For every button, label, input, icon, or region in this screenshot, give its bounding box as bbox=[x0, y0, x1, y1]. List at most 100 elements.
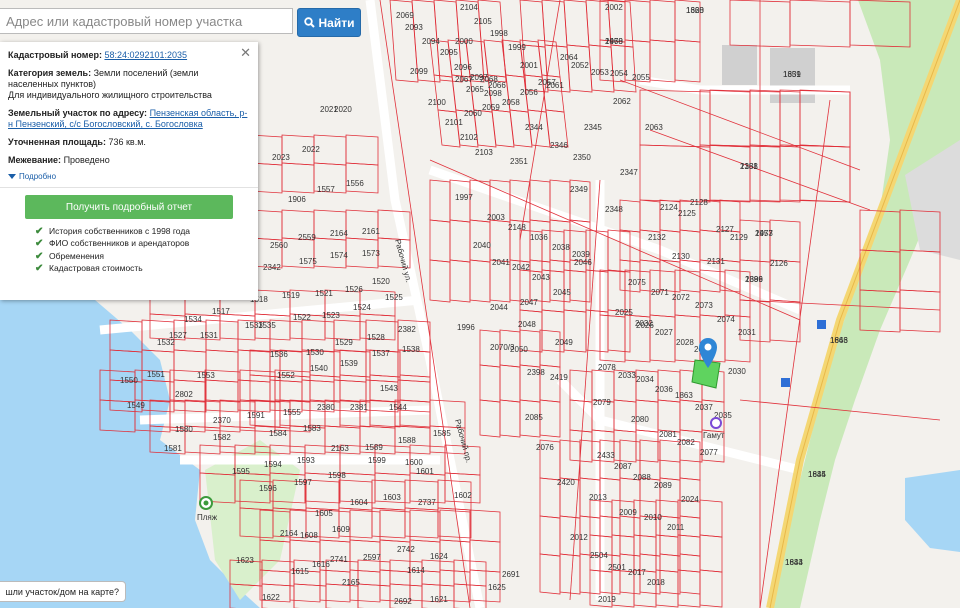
parcel-number: 1519 bbox=[282, 291, 300, 300]
parcel-number: 2032 bbox=[635, 319, 653, 328]
parcel-number: 2181 bbox=[740, 162, 758, 171]
parcel-number: 2504 bbox=[590, 551, 608, 560]
parcel-number: 1552 bbox=[277, 371, 295, 380]
bus-stop-icon[interactable] bbox=[817, 320, 826, 329]
parcel-number: 2009 bbox=[619, 508, 637, 517]
parcel-number: 2126 bbox=[770, 259, 788, 268]
parcel-number: 2350 bbox=[573, 153, 591, 162]
get-report-button[interactable]: Получить подробный отчет bbox=[25, 195, 233, 219]
parcel-number: 1663 bbox=[830, 336, 848, 345]
parcel-number: 2027 bbox=[655, 328, 673, 337]
details-label: Подробно bbox=[19, 172, 57, 181]
parcel-number: 2000 bbox=[455, 37, 473, 46]
parcel-number: 2103 bbox=[475, 148, 493, 157]
parcel-number: 1999 bbox=[508, 43, 526, 52]
find-on-map-prompt[interactable]: шли участок/дом на карте? bbox=[0, 581, 126, 602]
parcel-number: 2349 bbox=[570, 185, 588, 194]
cadastral-label: Кадастровый номер: bbox=[8, 50, 102, 60]
parcel-number: 2058 bbox=[502, 98, 520, 107]
parcel-number: 2036 bbox=[655, 385, 673, 394]
parcel-number: 1593 bbox=[297, 456, 315, 465]
check-icon: ✔ bbox=[35, 238, 44, 250]
parcel-number: 2692 bbox=[394, 597, 412, 606]
parcel-number: 2018 bbox=[647, 578, 665, 587]
parcel-number: 2042 bbox=[512, 263, 530, 272]
parcel-number: 2062 bbox=[613, 97, 631, 106]
parcel-number: 2024 bbox=[681, 495, 699, 504]
search-input[interactable] bbox=[0, 8, 293, 34]
parcel-number: 2012 bbox=[570, 533, 588, 542]
parcel-number: 2080 bbox=[631, 415, 649, 424]
parcel-number: 1997 bbox=[455, 193, 473, 202]
parcel-number: 1530 bbox=[306, 348, 324, 357]
parcel-number: 1575 bbox=[299, 257, 317, 266]
parcel-number: 2047 bbox=[520, 298, 538, 307]
parcel-number: 2011 bbox=[667, 523, 685, 532]
parcel-number: 2046 bbox=[574, 258, 592, 267]
parcel-number: 2741 bbox=[330, 555, 348, 564]
parcel-number: 1600 bbox=[405, 458, 423, 467]
parcel-number: 1605 bbox=[315, 509, 333, 518]
parcel-number: 2597 bbox=[363, 553, 381, 562]
parcel-number: 2075 bbox=[628, 278, 646, 287]
search-button[interactable]: Найти bbox=[297, 8, 361, 37]
parcel-number: 2054 bbox=[610, 69, 628, 78]
feature-item: ✔ Кадастровая стоимость bbox=[35, 263, 250, 276]
parcel-number: 2348 bbox=[605, 205, 623, 214]
parcel-number: 1544 bbox=[389, 403, 407, 412]
parcel-number: 2100 bbox=[428, 98, 446, 107]
parcel-number: 2081 bbox=[659, 430, 677, 439]
parcel-number: 2033 bbox=[618, 371, 636, 380]
area-value: 736 кв.м. bbox=[108, 137, 146, 147]
parcel-number: 2001 bbox=[520, 61, 538, 70]
parcel-number: 2381 bbox=[350, 403, 368, 412]
parcel-number: 2076 bbox=[536, 443, 554, 452]
parcel-number: 2034 bbox=[636, 375, 654, 384]
parcel-number: 2070/3 bbox=[490, 343, 515, 352]
parcel-number: 2002 bbox=[605, 3, 623, 12]
parcel-number: 2055 bbox=[632, 73, 650, 82]
parcel-number: 1583 bbox=[303, 424, 321, 433]
cadastral-link[interactable]: 58:24:0292101:2035 bbox=[104, 50, 187, 60]
parcel-number: 2078 bbox=[598, 363, 616, 372]
parcel-number: 2347 bbox=[620, 168, 638, 177]
parcel-number: 2087 bbox=[614, 462, 632, 471]
close-icon[interactable]: ✕ bbox=[240, 46, 251, 59]
parcel-number: 1631 bbox=[783, 70, 801, 79]
parcel-number: 1550 bbox=[120, 376, 138, 385]
search-bar: Найти bbox=[0, 8, 361, 37]
parcel-number: 1623 bbox=[236, 556, 254, 565]
parcel-number: 2346 bbox=[550, 141, 568, 150]
bus-stop-icon[interactable] bbox=[781, 378, 790, 387]
parcel-number: 2344 bbox=[525, 123, 543, 132]
parcel-number: 2079 bbox=[593, 398, 611, 407]
parcel-number: 1555 bbox=[283, 408, 301, 417]
parcel-number: 1602 bbox=[454, 491, 472, 500]
area-label: Уточненная площадь: bbox=[8, 137, 106, 147]
parcel-number: 1996 bbox=[457, 323, 475, 332]
parcel-number: 1597 bbox=[294, 478, 312, 487]
parcel-number: 2095 bbox=[440, 48, 458, 57]
parcel-number: 2089 bbox=[654, 481, 672, 490]
address-label: Земельный участок по адресу: bbox=[8, 108, 148, 118]
feature-label: Кадастровая стоимость bbox=[49, 263, 143, 274]
parcel-number: 2041 bbox=[492, 258, 510, 267]
feature-item: ✔ ФИО собственников и арендаторов bbox=[35, 238, 250, 251]
parcel-number: 1624 bbox=[430, 552, 448, 561]
parcel-number: 2085 bbox=[525, 413, 543, 422]
parcel-number: 2013 bbox=[589, 493, 607, 502]
parcel-number: 2037 bbox=[695, 403, 713, 412]
area-row: Уточненная площадь: 736 кв.м. bbox=[8, 137, 250, 148]
parcel-number: 2088 bbox=[633, 473, 651, 482]
parcel-number: 1598 bbox=[328, 471, 346, 480]
parcel-number: 1580 bbox=[175, 425, 193, 434]
parcel-number: 2420 bbox=[557, 478, 575, 487]
parcel-number: 2059 bbox=[482, 103, 500, 112]
parcel-number: 2040 bbox=[473, 241, 491, 250]
parcel-number: 2030 bbox=[728, 367, 746, 376]
parcel-number: 1582 bbox=[213, 433, 231, 442]
parcel-number: 2099 bbox=[410, 67, 428, 76]
parcel-number: 2342 bbox=[263, 263, 281, 272]
parcel-number: 1616 bbox=[312, 560, 330, 569]
details-toggle[interactable]: Подробно bbox=[8, 171, 250, 182]
